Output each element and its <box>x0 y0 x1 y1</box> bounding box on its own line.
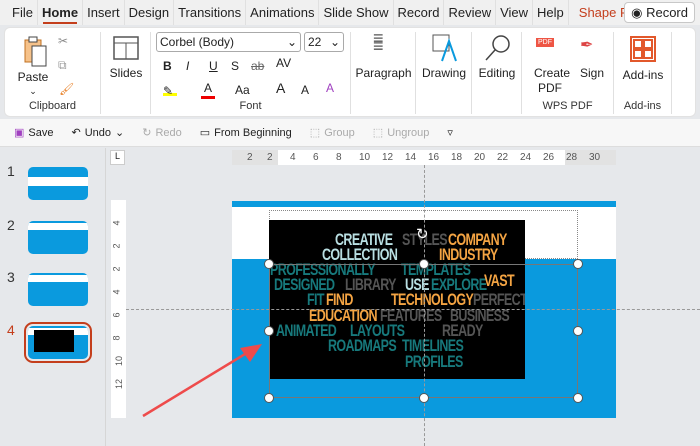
red-arrow-icon <box>142 344 262 418</box>
